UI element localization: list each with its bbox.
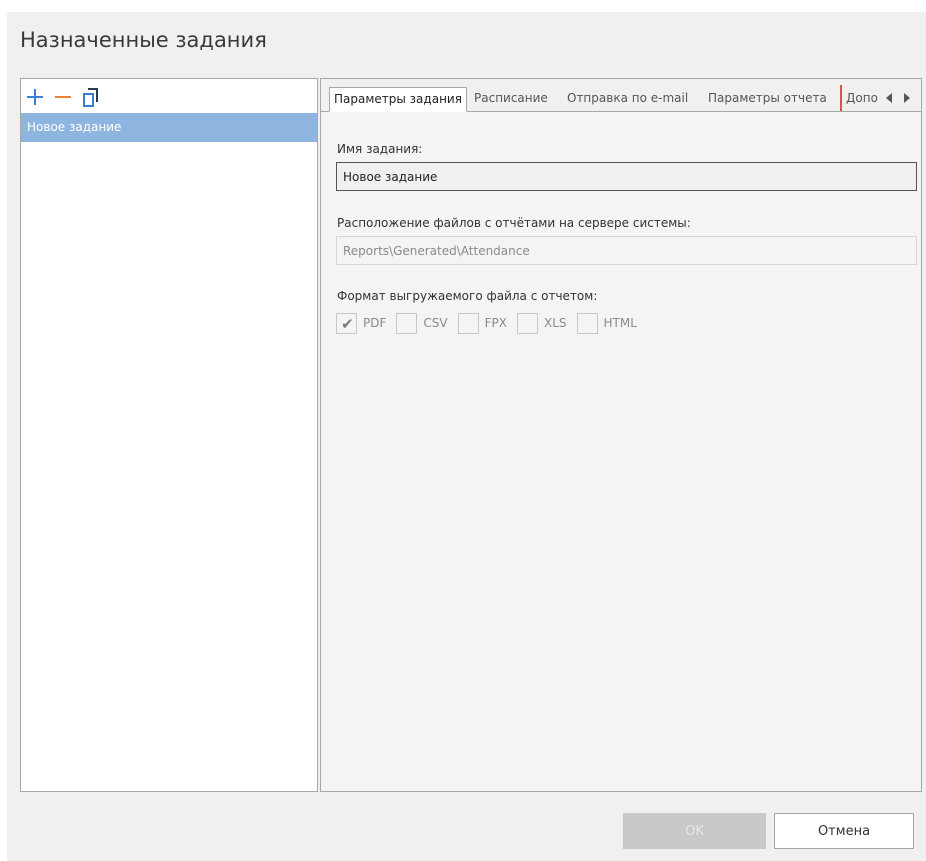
dialog-window: Назначенные задания Новое задание Параме… bbox=[7, 12, 926, 861]
task-list-panel: Новое задание bbox=[20, 78, 318, 792]
task-toolbar bbox=[25, 87, 109, 109]
tab-bar: Параметры задания Расписание Отправка по… bbox=[321, 79, 921, 112]
format-xls-checkbox[interactable] bbox=[516, 312, 538, 334]
tab-separator bbox=[840, 85, 842, 111]
remove-task-button[interactable] bbox=[53, 87, 81, 109]
dialog-title: Назначенные задания bbox=[20, 28, 267, 52]
format-html-label: HTML bbox=[603, 316, 637, 330]
format-html-checkbox[interactable] bbox=[576, 312, 598, 334]
ok-button[interactable]: OK bbox=[623, 813, 766, 849]
format-csv-label: CSV bbox=[423, 316, 448, 330]
task-list: Новое задание bbox=[21, 113, 317, 142]
task-params-content: Имя задания: Расположение файлов с отчёт… bbox=[321, 111, 921, 791]
file-format-group: ✔ PDF CSV FPX XLS HTML bbox=[336, 312, 647, 334]
tab-report-params[interactable]: Параметры отчета bbox=[704, 87, 831, 112]
task-name-input[interactable] bbox=[336, 162, 917, 191]
tab-email[interactable]: Отправка по e-mail bbox=[563, 87, 692, 112]
format-fpx-label: FPX bbox=[484, 316, 507, 330]
format-pdf-label: PDF bbox=[363, 316, 387, 330]
copy-task-button[interactable] bbox=[81, 87, 109, 109]
add-task-button[interactable] bbox=[25, 87, 53, 109]
cancel-button[interactable]: Отмена bbox=[774, 813, 914, 849]
format-csv-option[interactable]: CSV bbox=[396, 312, 448, 334]
format-pdf-checkbox[interactable]: ✔ bbox=[336, 312, 357, 334]
format-html-option[interactable]: HTML bbox=[576, 312, 637, 334]
task-details-panel: Параметры задания Расписание Отправка по… bbox=[320, 78, 922, 792]
scroll-right-icon[interactable] bbox=[904, 91, 916, 105]
format-xls-option[interactable]: XLS bbox=[516, 312, 567, 334]
tab-schedule[interactable]: Расписание bbox=[470, 87, 552, 112]
file-format-label: Формат выгружаемого файла с отчетом: bbox=[337, 289, 598, 303]
format-pdf-option[interactable]: ✔ PDF bbox=[336, 312, 387, 334]
format-csv-checkbox[interactable] bbox=[396, 312, 418, 334]
task-list-item[interactable]: Новое задание bbox=[21, 113, 317, 142]
format-fpx-option[interactable]: FPX bbox=[457, 312, 507, 334]
report-path-label: Расположение файлов с отчётами на сервер… bbox=[337, 216, 691, 230]
task-name-label: Имя задания: bbox=[337, 142, 423, 156]
tab-task-params[interactable]: Параметры задания bbox=[329, 87, 467, 112]
scroll-left-icon[interactable] bbox=[886, 91, 898, 105]
report-path-input bbox=[336, 236, 917, 265]
format-fpx-checkbox[interactable] bbox=[457, 312, 479, 334]
tab-additional[interactable]: Допо bbox=[844, 87, 882, 112]
format-xls-label: XLS bbox=[543, 316, 567, 330]
checkmark-icon: ✔ bbox=[341, 314, 354, 333]
